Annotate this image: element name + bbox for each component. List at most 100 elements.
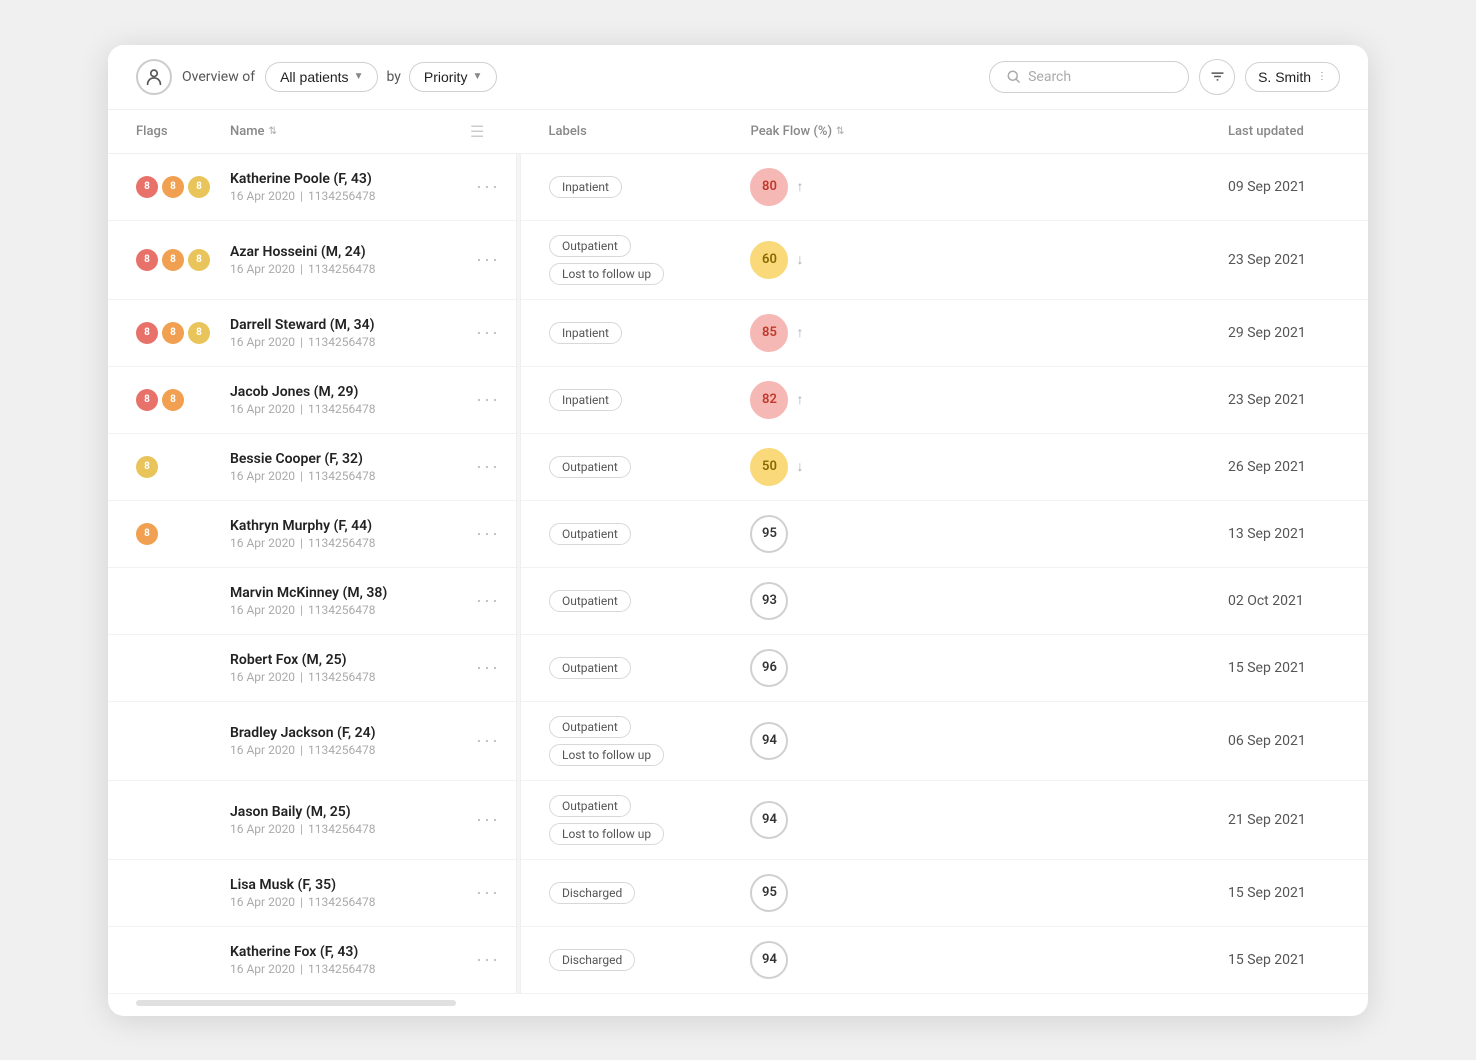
header-left: Overview of All patients ▼ by Priority ▼ [182,62,979,92]
patients-table-wrapper: Flags Name ⇅ ☰ Labels [108,110,1368,1016]
patient-name[interactable]: Katherine Poole (F, 43) [230,171,450,187]
row-menu-button[interactable]: ··· [470,805,506,834]
row-menu-button[interactable]: ··· [470,726,506,755]
row-menu-button[interactable]: ··· [470,653,506,682]
filter-button[interactable] [1199,59,1235,95]
patient-name[interactable]: Bradley Jackson (F, 24) [230,725,450,741]
flags-cell: 888 [136,176,210,198]
last-updated-cell: 15 Sep 2021 [1218,634,1368,701]
row-menu-cell: ··· [460,299,516,366]
peak-flow-circle: 85 [750,314,788,352]
patient-name[interactable]: Katherine Fox (F, 43) [230,944,450,960]
patient-name[interactable]: Marvin McKinney (M, 38) [230,585,450,601]
flag-dot-yellow: 8 [188,322,210,344]
label-tag: Outpatient [549,795,631,817]
row-menu-cell: ··· [460,567,516,634]
labels-cell: Outpatient [520,500,740,567]
scroll-track[interactable] [136,1000,456,1006]
row-menu-button[interactable]: ··· [470,586,506,615]
filter-icon [1209,68,1226,85]
spacer-cell [870,220,1218,299]
patient-name-cell: Katherine Poole (F, 43)16 Apr 2020|11342… [220,153,460,220]
patient-name[interactable]: Kathryn Murphy (F, 44) [230,518,450,534]
overview-label: Overview of [182,69,255,85]
patient-name[interactable]: Darrell Steward (M, 34) [230,317,450,333]
last-updated-cell: 15 Sep 2021 [1218,859,1368,926]
patient-meta: 16 Apr 2020|1134256478 [230,469,450,483]
patient-name-cell: Jason Baily (M, 25) 16 Apr 2020|113425647… [220,780,460,859]
row-menu-button[interactable]: ··· [470,878,506,907]
table-row[interactable]: Bradley Jackson (F, 24)16 Apr 2020|11342… [108,701,1368,780]
peakflow-column-header[interactable]: Peak Flow (%) ⇅ [740,110,870,154]
flag-dot-red: 8 [136,389,158,411]
patient-meta: 16 Apr 2020|1134256478 [230,822,450,836]
patient-name[interactable]: Azar Hosseini (M, 24) [230,244,450,260]
table-row[interactable]: 888Azar Hosseini (M, 24)16 Apr 2020|1134… [108,220,1368,299]
flag-dot-orange: 8 [162,389,184,411]
row-menu-button[interactable]: ··· [470,385,506,414]
flag-dot-red: 8 [136,249,158,271]
patient-name[interactable]: Robert Fox (M, 25) [230,652,450,668]
patient-name-cell: Darrell Steward (M, 34)16 Apr 2020|11342… [220,299,460,366]
row-menu-button[interactable]: ··· [470,945,506,974]
last-updated-cell: 15 Sep 2021 [1218,926,1368,993]
flag-dot-red: 8 [136,176,158,198]
table-row[interactable]: 8Kathryn Murphy (F, 44)16 Apr 2020|11342… [108,500,1368,567]
patient-name[interactable]: Jacob Jones (M, 29) [230,384,450,400]
labels-cell: Inpatient [520,366,740,433]
name-column-header[interactable]: Name ⇅ [220,110,460,154]
table-row[interactable]: 8Bessie Cooper (F, 32)16 Apr 2020|113425… [108,433,1368,500]
row-menu-cell: ··· [460,859,516,926]
priority-filter-button[interactable]: Priority ▼ [409,62,497,92]
user-name-label: S. Smith [1258,69,1311,85]
row-menu-button[interactable]: ··· [470,452,506,481]
flag-dot-orange: 8 [162,322,184,344]
spacer-cell [870,780,1218,859]
patient-name[interactable]: Bessie Cooper (F, 32) [230,451,450,467]
peak-flow-circle: 80 [750,168,788,206]
patient-name-cell: Katherine Fox (F, 43)16 Apr 2020|1134256… [220,926,460,993]
labels-cell: Discharged [520,859,740,926]
patients-filter-button[interactable]: All patients ▼ [265,62,378,92]
table-header-row: Flags Name ⇅ ☰ Labels [108,110,1368,154]
row-menu-button[interactable]: ··· [470,245,506,274]
label-tag: Lost to follow up [549,263,664,285]
menu-column-header: ☰ [460,110,516,154]
table-row[interactable]: Robert Fox (M, 25)16 Apr 2020|1134256478… [108,634,1368,701]
trend-up-icon: ↑ [796,391,803,408]
patient-name[interactable]: Lisa Musk (F, 35) [230,877,450,893]
flag-dot-orange: 8 [162,249,184,271]
patient-meta: 16 Apr 2020|1134256478 [230,402,450,416]
spacer-cell [870,634,1218,701]
row-menu-button[interactable]: ··· [470,318,506,347]
user-menu-button[interactable]: S. Smith ⋮ [1245,62,1340,92]
table-row[interactable]: Katherine Fox (F, 43)16 Apr 2020|1134256… [108,926,1368,993]
search-box[interactable]: Search [989,61,1189,93]
label-tag: Outpatient [549,235,631,257]
row-menu-button[interactable]: ··· [470,172,506,201]
columns-menu-icon[interactable]: ☰ [470,122,484,141]
table-row[interactable]: 888Darrell Steward (M, 34)16 Apr 2020|11… [108,299,1368,366]
peak-flow-circle: 95 [750,515,788,553]
by-label: by [386,69,400,85]
trend-down-icon: ↓ [796,251,803,268]
table-row[interactable]: 888 Katherine Poole (F, 43)16 Apr 2020|11… [108,153,1368,220]
table-row[interactable]: 88 Jacob Jones (M, 29) 16 Apr 2020|1134256… [108,366,1368,433]
flag-dot-red: 8 [136,322,158,344]
peak-flow-cell: 85↑ [740,299,870,366]
user-menu-icon: ⋮ [1317,71,1327,82]
label-tag: Outpatient [549,657,631,679]
labels-cell: Outpatient [520,567,740,634]
table-row[interactable]: Marvin McKinney (M, 38)16 Apr 2020|11342… [108,567,1368,634]
patients-filter-label: All patients [280,69,348,85]
row-menu-cell: ··· [460,634,516,701]
patient-name[interactable]: Jason Baily (M, 25) [230,804,450,820]
peak-flow-cell: 93 [740,567,870,634]
table-row[interactable]: Jason Baily (M, 25) 16 Apr 2020|113425647… [108,780,1368,859]
labels-cell: Outpatient [520,634,740,701]
table-row[interactable]: Lisa Musk (F, 35)16 Apr 2020|1134256478 ·… [108,859,1368,926]
search-placeholder: Search [1028,69,1071,85]
patient-name-cell: Kathryn Murphy (F, 44)16 Apr 2020|113425… [220,500,460,567]
patient-name-cell: Lisa Musk (F, 35)16 Apr 2020|1134256478 [220,859,460,926]
row-menu-button[interactable]: ··· [470,519,506,548]
